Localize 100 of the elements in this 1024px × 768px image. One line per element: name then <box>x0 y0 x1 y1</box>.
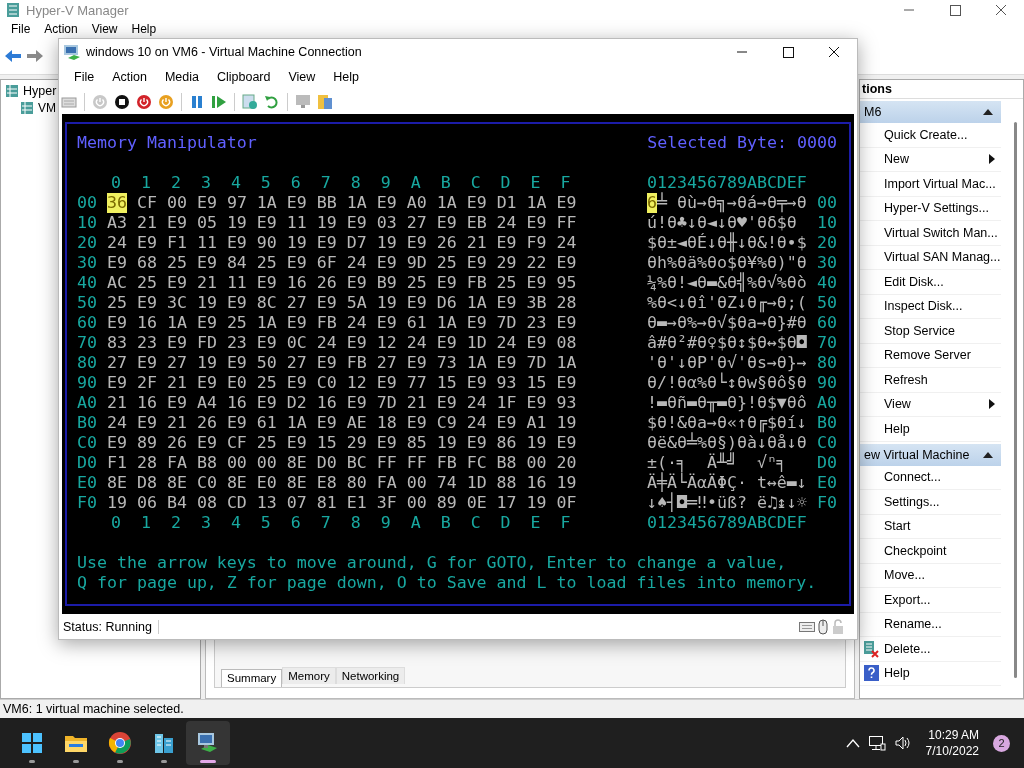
forward-arrow-icon[interactable] <box>26 47 44 64</box>
hex-bytes: 25 E9 3C 19 E9 8C 27 E9 5A 19 E9 D6 1A E9 3B 28 <box>107 293 577 313</box>
command-link[interactable]: Quick Create... <box>860 123 1001 148</box>
menu-item[interactable]: File <box>4 21 38 36</box>
submenu-arrow-icon <box>989 399 995 410</box>
selected-byte[interactable]: 36 <box>107 193 127 213</box>
power-icon[interactable] <box>158 93 174 110</box>
power-icon[interactable] <box>136 93 152 110</box>
tree-item[interactable]: VM <box>38 100 56 115</box>
checkpoint-icon[interactable] <box>242 93 258 110</box>
command-link[interactable]: Hyper-V Settings... <box>860 196 1001 221</box>
taskbar-app[interactable] <box>186 721 230 765</box>
row-offset: B0 <box>817 413 837 433</box>
command-link[interactable]: Help <box>860 661 1001 686</box>
tab[interactable]: Memory <box>282 667 336 684</box>
menu-item[interactable]: Media <box>155 69 208 84</box>
row-offset: C0 <box>77 433 97 453</box>
row-offset: 30 <box>77 253 97 273</box>
row-offset: F0 <box>77 493 97 513</box>
menu-item[interactable]: Action <box>37 21 85 36</box>
row-offset: 80 <box>77 353 97 373</box>
delete-icon <box>863 639 879 658</box>
menu-item[interactable]: File <box>65 69 104 84</box>
ascii-text: ¼%θ!◄θ▬&θ╣%θ√%θò <box>647 273 807 293</box>
document-icon[interactable] <box>317 93 333 110</box>
command-link[interactable]: Refresh <box>860 368 1001 393</box>
row-offset: B0 <box>77 413 97 433</box>
server-icon <box>6 2 20 18</box>
hex-bytes: 8E D8 8E C0 8E E0 8E E8 80 FA 00 74 1D 88 16 19 <box>107 473 577 493</box>
network-icon[interactable] <box>867 735 886 751</box>
selected-char[interactable]: 6 <box>647 193 657 213</box>
row-offset: 60 <box>77 313 97 333</box>
ascii-text: θë&θ╧%θ§)θà↓θå↓θ <box>647 433 807 452</box>
command-link[interactable]: Help <box>860 417 1001 442</box>
command-link[interactable]: View <box>860 392 1001 417</box>
stop-icon[interactable] <box>114 93 130 110</box>
command-link[interactable]: Stop Service <box>860 319 1001 344</box>
clock-date[interactable]: 7/10/2022 <box>925 743 979 759</box>
menu-item[interactable]: View <box>84 21 125 36</box>
command-link[interactable]: Export... <box>860 588 1001 613</box>
pause-icon[interactable] <box>189 93 205 110</box>
column-header: 0 1 2 3 4 5 6 7 8 9 A B C D E F <box>110 173 571 193</box>
window-title: Hyper-V Manager <box>26 2 129 18</box>
menu-item[interactable]: Help <box>124 21 164 36</box>
section-header[interactable]: ew Virtual Machine <box>860 443 1001 466</box>
collapse-caret-icon[interactable] <box>983 451 993 458</box>
tree-item[interactable]: Hyper <box>23 83 57 98</box>
command-link[interactable]: Virtual SAN Manag... <box>860 245 1001 270</box>
menu-item[interactable]: View <box>279 69 325 84</box>
hex-bytes: E9 16 1A E9 25 1A E9 FB 24 E9 61 1A E9 7D 23 E9 <box>107 313 577 333</box>
back-arrow-icon[interactable] <box>4 47 22 64</box>
command-link[interactable]: Start <box>860 514 1001 539</box>
hex-bytes: 27 E9 27 19 E9 50 27 E9 FB 27 E9 73 1A E9 7D 1A <box>107 353 577 373</box>
screen-title: Memory Manipulator <box>77 133 257 153</box>
command-link[interactable]: Inspect Disk... <box>860 294 1001 319</box>
ascii-text: Ä╪Ä└ÄαÄΦÇ· t↔ê▬↓ <box>647 473 807 492</box>
hex-bytes: 24 E9 F1 11 E9 90 19 E9 D7 19 E9 26 21 E9 F9 24 <box>107 233 577 253</box>
command-link[interactable]: Connect... <box>860 465 1001 490</box>
tab[interactable]: Summary <box>221 669 283 687</box>
hex-bytes: A3 21 E9 05 19 E9 11 19 E9 03 27 E9 EB 24 E9 FF <box>107 213 577 233</box>
status-text: Status: Running <box>63 619 159 634</box>
collapse-caret-icon[interactable] <box>983 109 993 115</box>
command-link[interactable]: Virtual Switch Man... <box>860 221 1001 246</box>
menu-item[interactable]: Clipboard <box>207 69 280 84</box>
command-link[interactable]: New <box>860 147 1001 172</box>
help-icon <box>863 665 879 682</box>
command-link[interactable]: Settings... <box>860 490 1001 515</box>
monitor-icon[interactable] <box>295 93 311 110</box>
row-offset: 40 <box>77 273 97 293</box>
command-link[interactable]: Rename... <box>860 612 1001 637</box>
command-link[interactable]: Import Virtual Mac... <box>860 172 1001 197</box>
command-link[interactable]: Checkpoint <box>860 539 1001 564</box>
ascii-text: $θ±◄θÉ↓θ╫↓θ&!θ∙$ <box>647 233 807 253</box>
tab[interactable]: Networking <box>335 667 406 684</box>
command-link[interactable]: Delete... <box>860 637 1001 662</box>
ascii-text: ╧ θù→θ╗→θá→θ╤→θ <box>657 193 807 213</box>
command-link[interactable]: Edit Disk... <box>860 270 1001 295</box>
row-offset: 70 <box>817 333 837 353</box>
hex-bytes: 24 E9 21 26 E9 61 1A E9 AE 18 E9 C9 24 E9 A1 19 <box>107 413 577 433</box>
lock-icon <box>831 618 845 635</box>
monitor-icon <box>63 43 81 60</box>
help-text: Q for page up, Z for page down, O to Save and L to load files into memory. <box>77 573 818 593</box>
ascii-text: $θ!&θa→θ«↑θ╔$θí↓ <box>647 413 807 433</box>
menu-item[interactable]: Help <box>324 69 369 84</box>
ascii-text: θh%θä%θo$θ¥%θ)"θ <box>647 253 807 272</box>
clock-time[interactable]: 10:29 AM <box>928 727 979 743</box>
volume-icon[interactable] <box>893 735 910 751</box>
row-offset: 00 <box>77 193 97 213</box>
row-offset: 40 <box>817 273 837 293</box>
chevron-up-icon[interactable] <box>845 738 860 748</box>
undo-arrow-icon[interactable] <box>264 93 280 110</box>
status-text: VM6: 1 virtual machine selected. <box>3 702 184 716</box>
command-link[interactable]: Remove Server <box>860 343 1001 368</box>
menu-item[interactable]: Action <box>103 69 156 84</box>
play-icon[interactable] <box>211 93 227 110</box>
command-link[interactable]: Move... <box>860 563 1001 588</box>
section-header[interactable]: M6 <box>860 101 1001 123</box>
submenu-arrow-icon <box>989 154 995 165</box>
notification-badge[interactable]: 2 <box>993 734 1010 752</box>
mouse-icon <box>818 618 828 635</box>
